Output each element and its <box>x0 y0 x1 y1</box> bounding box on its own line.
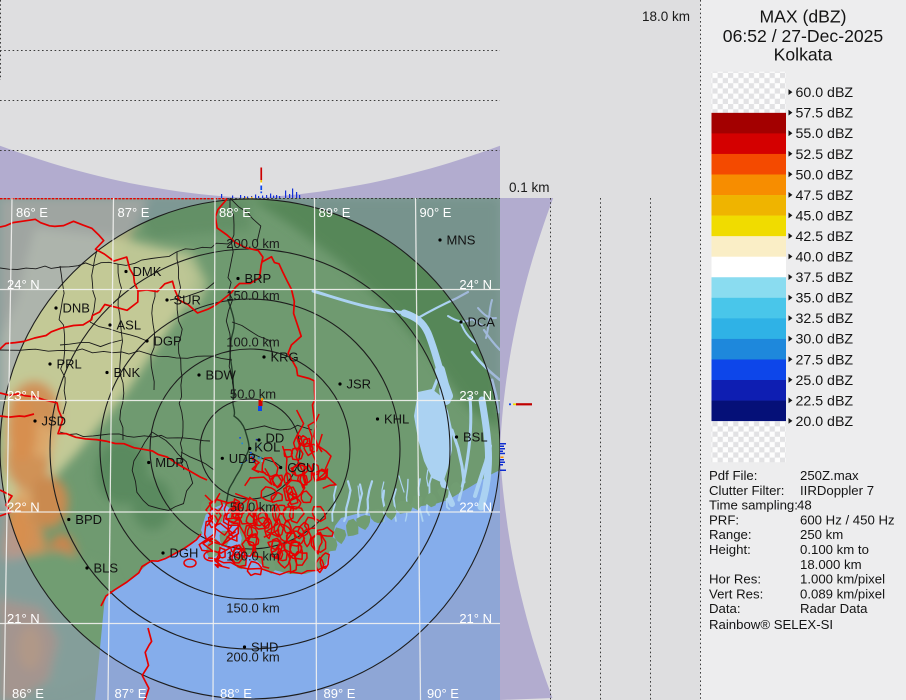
svg-text:86° E: 86° E <box>16 205 48 220</box>
svg-text:21° N: 21° N <box>7 611 40 626</box>
svg-text:DMK: DMK <box>133 264 162 279</box>
svg-text:100.0 km: 100.0 km <box>226 549 279 564</box>
svg-text:0.089 km/pixel: 0.089 km/pixel <box>800 586 885 601</box>
svg-text:DGP: DGP <box>154 334 182 349</box>
svg-text:40.0 dBZ: 40.0 dBZ <box>796 250 854 266</box>
svg-text:32.5 dBZ: 32.5 dBZ <box>796 311 854 327</box>
svg-text:Clutter Filter:: Clutter Filter: <box>709 483 784 498</box>
svg-text:150.0 km: 150.0 km <box>226 601 279 616</box>
svg-text:22.5 dBZ: 22.5 dBZ <box>796 393 854 409</box>
svg-text:Rainbow® SELEX-SI: Rainbow® SELEX-SI <box>709 617 833 632</box>
svg-text:Time sampling:: Time sampling: <box>709 498 798 513</box>
svg-text:CCU: CCU <box>287 460 315 475</box>
svg-text:ASL: ASL <box>117 318 142 333</box>
svg-text:21° N: 21° N <box>459 611 492 626</box>
svg-text:200.0 km: 200.0 km <box>226 236 279 251</box>
svg-text:BLS: BLS <box>94 561 119 576</box>
svg-text:89° E: 89° E <box>319 205 351 220</box>
svg-text:JSR: JSR <box>347 377 372 392</box>
svg-text:06:52 / 27-Dec-2025: 06:52 / 27-Dec-2025 <box>723 26 884 46</box>
svg-text:Kolkata: Kolkata <box>774 45 833 65</box>
svg-text:BPD: BPD <box>75 512 102 527</box>
svg-text:18.0 km: 18.0 km <box>642 9 690 24</box>
svg-text:18.000 km: 18.000 km <box>800 557 862 572</box>
svg-text:24° N: 24° N <box>7 277 40 292</box>
svg-text:50.0 dBZ: 50.0 dBZ <box>796 167 854 183</box>
svg-text:BNK: BNK <box>114 365 141 380</box>
svg-text:20.0 dBZ: 20.0 dBZ <box>796 414 854 430</box>
svg-text:23° N: 23° N <box>7 388 40 403</box>
svg-text:DGH: DGH <box>170 546 199 561</box>
svg-text:JSD: JSD <box>42 414 67 429</box>
svg-text:KHL: KHL <box>384 412 409 427</box>
svg-text:KRG: KRG <box>271 350 299 365</box>
svg-text:23° N: 23° N <box>459 388 492 403</box>
svg-text:250 km: 250 km <box>800 527 843 542</box>
svg-text:52.5 dBZ: 52.5 dBZ <box>796 147 854 163</box>
svg-text:48: 48 <box>797 498 812 513</box>
svg-text:24° N: 24° N <box>459 277 492 292</box>
svg-text:86° E: 86° E <box>12 686 44 700</box>
svg-text:87° E: 87° E <box>118 205 150 220</box>
svg-text:50.0 km: 50.0 km <box>230 387 276 402</box>
svg-text:22° N: 22° N <box>7 500 40 515</box>
svg-text:30.0 dBZ: 30.0 dBZ <box>796 332 854 348</box>
svg-text:22° N: 22° N <box>459 500 492 515</box>
svg-text:KOL: KOL <box>254 440 280 455</box>
svg-text:0.1 km: 0.1 km <box>509 180 550 195</box>
svg-text:Hor Res:: Hor Res: <box>709 572 761 587</box>
svg-text:90° E: 90° E <box>427 686 459 700</box>
svg-text:55.0 dBZ: 55.0 dBZ <box>796 126 854 142</box>
svg-text:PRF:: PRF: <box>709 512 739 527</box>
svg-text:Vert Res:: Vert Res: <box>709 586 763 601</box>
svg-text:BDW: BDW <box>206 368 237 383</box>
svg-text:88° E: 88° E <box>220 686 252 700</box>
svg-text:IIRDoppler 7: IIRDoppler 7 <box>800 483 874 498</box>
svg-text:600 Hz / 450 Hz: 600 Hz / 450 Hz <box>800 512 895 527</box>
svg-text:Radar Data: Radar Data <box>800 601 868 616</box>
svg-text:Pdf File:: Pdf File: <box>709 468 757 483</box>
svg-text:BRP: BRP <box>245 271 272 286</box>
svg-text:50.0 km: 50.0 km <box>230 500 276 515</box>
svg-text:PRL: PRL <box>57 357 82 372</box>
svg-text:47.5 dBZ: 47.5 dBZ <box>796 188 854 204</box>
svg-text:88° E: 88° E <box>219 205 251 220</box>
svg-text:SHD: SHD <box>251 640 278 655</box>
svg-text:45.0 dBZ: 45.0 dBZ <box>796 208 854 224</box>
svg-text:89° E: 89° E <box>324 686 356 700</box>
svg-text:27.5 dBZ: 27.5 dBZ <box>796 352 854 368</box>
svg-text:37.5 dBZ: 37.5 dBZ <box>796 270 854 286</box>
svg-text:35.0 dBZ: 35.0 dBZ <box>796 291 854 307</box>
svg-text:Height:: Height: <box>709 542 751 557</box>
svg-text:87° E: 87° E <box>115 686 147 700</box>
svg-text:MNS: MNS <box>447 233 476 248</box>
svg-text:UDB: UDB <box>229 451 256 466</box>
svg-text:DNB: DNB <box>63 301 90 316</box>
svg-text:150.0 km: 150.0 km <box>226 288 279 303</box>
svg-text:1.000 km/pixel: 1.000 km/pixel <box>800 572 885 587</box>
svg-text:BSL: BSL <box>463 430 488 445</box>
svg-text:60.0 dBZ: 60.0 dBZ <box>796 85 854 101</box>
svg-text:42.5 dBZ: 42.5 dBZ <box>796 229 854 245</box>
svg-text:MAX (dBZ): MAX (dBZ) <box>760 7 847 27</box>
svg-text:0.100 km to: 0.100 km to <box>800 542 869 557</box>
svg-text:57.5 dBZ: 57.5 dBZ <box>796 106 854 122</box>
svg-text:25.0 dBZ: 25.0 dBZ <box>796 373 854 389</box>
svg-text:Range:: Range: <box>709 527 752 542</box>
svg-text:90° E: 90° E <box>420 205 452 220</box>
svg-text:SUR: SUR <box>174 293 201 308</box>
svg-text:250Z.max: 250Z.max <box>800 468 859 483</box>
svg-text:Data:: Data: <box>709 601 741 616</box>
svg-text:DCA: DCA <box>468 315 496 330</box>
svg-text:MDP: MDP <box>155 455 184 470</box>
svg-text:100.0 km: 100.0 km <box>226 335 279 350</box>
